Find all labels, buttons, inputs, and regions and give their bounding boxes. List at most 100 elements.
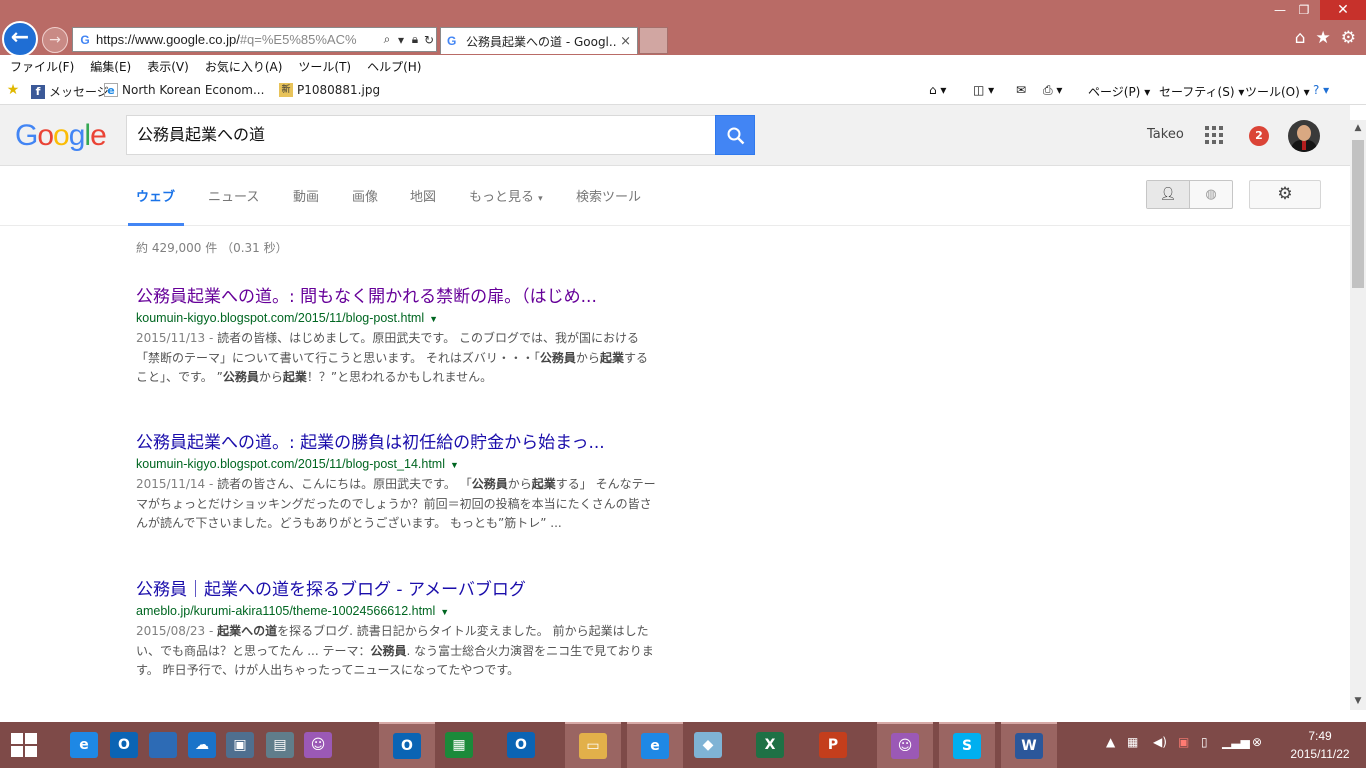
volume-icon[interactable]: ◀) [1153,735,1167,749]
taskbar-app-remote[interactable]: ▣ [222,722,258,768]
menu-favorites[interactable]: お気に入り(A) [205,58,283,75]
clock[interactable]: 7:49 2015/11/22 [1288,727,1352,763]
snippet-text: から [575,350,600,365]
scroll-down-icon[interactable]: ▼ [1350,693,1366,710]
result-url: ameblo.jp/kurumi-akira1105/theme-1002456… [136,604,450,618]
taskbar-app-excel[interactable]: X [752,722,788,768]
home-icon[interactable]: ⌂ [1295,28,1306,48]
lock-icon[interactable]: 🔒︎ [408,32,422,47]
active-tab-indicator [128,223,184,226]
taskbar-app-outlook2[interactable]: O [503,722,539,768]
taskbar-app-outlook[interactable]: O [106,722,142,768]
result-title-link[interactable]: 公務員起業への道。: 間もなく開かれる禁断の扉。（はじめ... [136,282,656,307]
result-title-link[interactable]: 公務員｜起業への道を探るブログ - アメーバブログ [136,575,656,600]
personal-results-toggle[interactable]: 👤︎ ◍ [1146,180,1233,209]
settings-gear-icon[interactable]: ⚙ [1341,28,1356,48]
apps-grid-icon[interactable] [1205,126,1223,144]
tools-menu[interactable]: ツール(O) ▾ [1245,83,1310,100]
taskbar-app-skype[interactable]: S [939,722,995,768]
battery-icon[interactable]: ▯ [1201,735,1208,749]
ie-active-icon: e [641,733,669,759]
new-tab-button[interactable] [639,27,668,54]
caret-down-icon[interactable]: ▼ [440,607,449,617]
taskbar-app-ie-active[interactable]: e [627,722,683,768]
home-dropdown-icon[interactable]: ⌂ ▾ [929,83,946,97]
menu-help[interactable]: ヘルプ(H) [367,58,421,75]
address-url[interactable]: https://www.google.co.jp/#q=%E5%85%AC% [96,32,380,47]
caret-down-icon[interactable]: ▼ [450,460,459,470]
taskbar-app-word[interactable]: W [1001,722,1057,768]
snippet-highlight: 公務員 [222,370,259,384]
address-bar[interactable]: G https://www.google.co.jp/#q=%E5%85%AC%… [72,27,437,52]
network-warning-icon[interactable]: ▣ [1178,735,1189,749]
dropdown-icon[interactable]: ▾ [394,33,408,47]
tab-video[interactable]: 動画 [293,186,319,205]
scroll-up-icon[interactable]: ▲ [1350,120,1366,137]
menu-file[interactable]: ファイル(F) [10,58,74,75]
refresh-icon[interactable]: ↻ [422,33,436,47]
user-name[interactable]: Takeo [1147,127,1184,142]
close-button[interactable]: ✕ [1320,0,1366,20]
taskbar-app-store[interactable]: ▦ [441,722,477,768]
explorer-icon: ▭ [579,733,607,759]
mail-icon[interactable]: ✉ [1016,83,1026,97]
menu-edit[interactable]: 編集(E) [90,58,131,75]
scroll-thumb[interactable] [1352,140,1364,288]
tab-images[interactable]: 画像 [352,186,378,205]
settings-gear-icon[interactable]: ⚙ [1249,180,1321,209]
action-center-icon[interactable]: ▦ [1127,735,1138,749]
snippet-highlight: 公務員 [471,477,508,491]
favorite-item-messages[interactable]: f メッセージ [31,83,109,100]
forward-button[interactable]: → [42,27,68,53]
taskbar-app-desktop[interactable] [145,722,181,768]
tab-web[interactable]: ウェブ [136,186,175,205]
tab-maps[interactable]: 地図 [410,186,436,205]
desktop-icon [149,732,177,758]
add-favorite-star-icon[interactable]: ★ [6,83,24,97]
store-icon: ▦ [445,732,473,758]
taskbar-app-network[interactable]: ▤ [262,722,298,768]
tab-more[interactable]: もっと見る ▾ [469,186,543,205]
caret-down-icon[interactable]: ▼ [429,314,438,324]
taskbar-app-messenger[interactable]: ☺ [300,722,336,768]
signal-icon[interactable]: ▁▃▅ [1222,735,1250,749]
favorite-item-north-korean[interactable]: e North Korean Econom... [104,83,264,97]
safety-menu[interactable]: セーフティ(S) ▾ [1159,83,1244,100]
avatar[interactable] [1288,120,1320,152]
google-logo[interactable]: Google [15,119,107,153]
maximize-button[interactable]: ❐ [1292,0,1316,20]
back-button[interactable]: ← [2,21,38,57]
search-button[interactable] [715,115,755,155]
person-icon[interactable]: 👤︎ [1147,181,1190,208]
help-icon[interactable]: ? ▾ [1313,83,1329,97]
notification-badge[interactable]: 2 [1249,126,1269,146]
print-icon[interactable]: ⎙ ▾ [1043,83,1062,98]
snippet-highlight: 公務員 [370,643,407,658]
tab-news[interactable]: ニュース [208,186,259,205]
tray-overflow-icon[interactable]: ▲ [1106,735,1115,749]
globe-icon[interactable]: ◍ [1190,181,1232,208]
search-icon[interactable]: ⌕ [380,32,394,47]
favorite-item-image[interactable]: 新 P1080881.jpg [279,83,380,97]
rss-feed-icon[interactable]: ◫ ▾ [973,83,994,97]
minimize-button[interactable]: — [1268,0,1292,20]
taskbar-app-outlook-mail[interactable]: O [379,722,435,768]
tab-close-icon[interactable]: × [620,34,631,49]
snippet-text: 読者の皆さん、こんにちは。原田武夫です。 「 [217,477,472,491]
taskbar-app-notes[interactable]: ◆ [690,722,726,768]
taskbar-app-onedrive[interactable]: ☁ [184,722,220,768]
tab-search-tools[interactable]: 検索ツール [576,186,641,205]
taskbar-app-ie[interactable]: e [66,722,102,768]
taskbar-app-explorer[interactable]: ▭ [565,722,621,768]
start-windows-icon[interactable] [11,733,37,757]
result-title-link[interactable]: 公務員起業への道。: 起業の勝負は初任給の貯金から始まっ... [136,428,656,453]
close-circle-icon[interactable]: ⊗ [1252,735,1262,749]
search-input[interactable]: 公務員起業への道 [126,115,716,155]
taskbar-app-powerpoint[interactable]: P [815,722,851,768]
tab-google-search[interactable]: G 公務員起業への道 - Googl... × [440,27,638,54]
taskbar-app-messenger2[interactable]: ☺ [877,722,933,768]
page-menu[interactable]: ページ(P) ▾ [1088,83,1150,100]
menu-view[interactable]: 表示(V) [147,58,189,75]
menu-tools[interactable]: ツール(T) [298,58,351,75]
favorites-star-icon[interactable]: ★ [1316,28,1331,48]
